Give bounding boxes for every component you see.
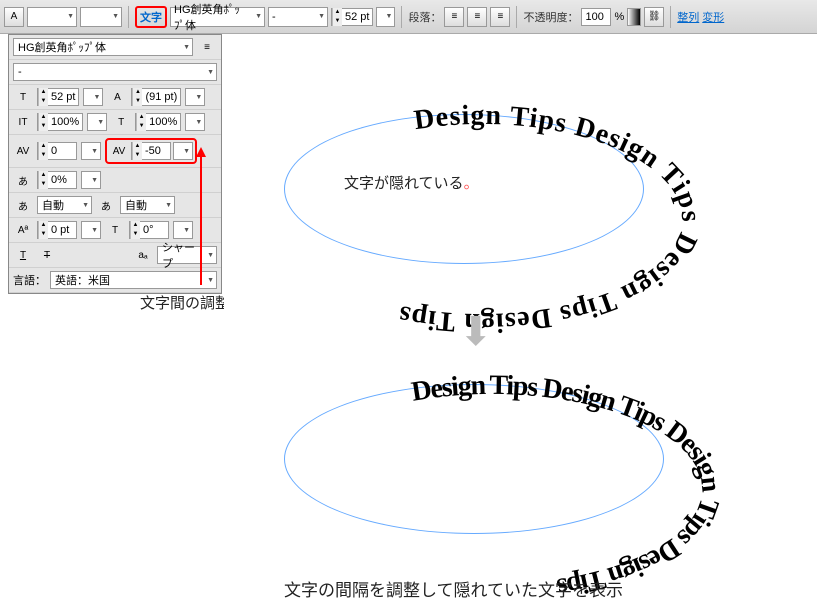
rot-dd[interactable] xyxy=(173,221,193,239)
panel-auto1[interactable]: 自動 xyxy=(37,196,92,214)
text-on-path-after[interactable]: Design Tips Design Tips Design Tips Desi… xyxy=(252,334,702,584)
chain-icon[interactable]: ⛓ xyxy=(644,7,664,27)
panel-baseline-pct[interactable]: ▲▼0% xyxy=(37,171,77,189)
opacity-label: 不透明度： xyxy=(523,9,578,25)
rotation-icon: T xyxy=(105,221,125,239)
unknown-tool-icon[interactable]: A xyxy=(4,7,24,27)
lang-label: 言語： xyxy=(13,272,46,288)
tracking-annotation: 文字間の調整 xyxy=(140,292,230,313)
font-style-dropdown[interactable]: - xyxy=(268,7,328,27)
tracking-dd[interactable] xyxy=(173,142,193,160)
opacity-unit: % xyxy=(614,11,624,23)
opacity-stepper[interactable]: 100 xyxy=(581,8,611,26)
opacity-slider-icon[interactable] xyxy=(627,8,641,26)
canvas-area[interactable]: Design Tips Design Tips Design Tips Desi… xyxy=(224,34,817,605)
size-dd[interactable] xyxy=(83,88,103,106)
bshift-dd[interactable] xyxy=(81,221,101,239)
hscale-icon: T xyxy=(111,113,131,131)
red-arrow-annotation xyxy=(200,150,202,285)
strike-icon[interactable]: T xyxy=(37,246,57,264)
panel-kerning[interactable]: ▲▼0 xyxy=(37,142,77,160)
panel-baseline-shift[interactable]: ▲▼0 pt xyxy=(37,221,77,239)
auto2-icon: あ xyxy=(96,196,116,214)
font-size-dd[interactable] xyxy=(376,7,395,27)
panel-font-family[interactable]: HG創英角ﾎﾟｯﾌﾟ体 xyxy=(13,38,193,56)
baseline-pct-icon: あ xyxy=(13,171,33,189)
font-size-value: 52 pt xyxy=(342,11,372,23)
align-link[interactable]: 整列 xyxy=(677,9,699,25)
underline-icon[interactable]: T xyxy=(13,246,33,264)
paragraph-label: 段落： xyxy=(408,9,441,25)
bpct-dd[interactable] xyxy=(81,171,101,189)
control-toolbar: A 文字 HG創英角ﾎﾟｯﾌﾟ体 - ▲▼52 pt 段落： ≡ ≡ ≡ 不透明… xyxy=(0,0,817,34)
aa-icon: aₐ xyxy=(133,246,153,264)
hidden-text-label: 文字が隠れている。 xyxy=(344,172,479,193)
vscale-dd[interactable] xyxy=(87,113,107,131)
tracking-icon: AV xyxy=(109,142,129,160)
leading-dd[interactable] xyxy=(185,88,205,106)
auto1-icon: あ xyxy=(13,196,33,214)
svg-text:Design Tips Design Tips Design: Design Tips Design Tips Design Tips Desi… xyxy=(409,370,726,603)
bottom-annotation: 文字の間隔を調整して隠れていた文字を表示 xyxy=(284,576,623,601)
character-tab-label[interactable]: 文字 xyxy=(135,6,167,28)
leading-icon: A xyxy=(107,88,127,106)
svg-text:Design Tips Design Tips Design: Design Tips Design Tips Design Tips Desi… xyxy=(395,100,706,338)
tracking-highlight: AV ▲▼-50 xyxy=(105,138,197,164)
panel-tracking[interactable]: ▲▼-50 xyxy=(131,142,171,160)
kerning-dd[interactable] xyxy=(81,142,101,160)
font-size-stepper[interactable]: ▲▼52 pt xyxy=(331,8,373,26)
preset-dropdown[interactable] xyxy=(27,7,77,27)
panel-hscale[interactable]: ▲▼100% xyxy=(135,113,181,131)
align-center-icon[interactable]: ≡ xyxy=(467,7,487,27)
character-panel: HG創英角ﾎﾟｯﾌﾟ体 ≡ - T ▲▼52 pt A ▲▼(91 pt) IT… xyxy=(8,34,222,294)
align-right-icon[interactable]: ≡ xyxy=(490,7,510,27)
font-family-value: HG創英角ﾎﾟｯﾌﾟ体 xyxy=(174,1,250,33)
size-icon: T xyxy=(13,88,33,106)
panel-font-style[interactable]: - xyxy=(13,63,217,81)
font-family-dropdown[interactable]: HG創英角ﾎﾟｯﾌﾟ体 xyxy=(170,7,265,27)
preset2-dropdown[interactable] xyxy=(80,7,122,27)
baseline-shift-icon: Aª xyxy=(13,221,33,239)
panel-language[interactable]: 英語：米国 xyxy=(50,271,217,289)
panel-leading[interactable]: ▲▼(91 pt) xyxy=(131,88,181,106)
font-style-value: - xyxy=(272,11,276,23)
panel-rotation[interactable]: ▲▼0° xyxy=(129,221,169,239)
panel-size[interactable]: ▲▼52 pt xyxy=(37,88,79,106)
panel-menu-icon[interactable]: ≡ xyxy=(197,38,217,56)
panel-auto2[interactable]: 自動 xyxy=(120,196,175,214)
panel-vscale[interactable]: ▲▼100% xyxy=(37,113,83,131)
align-left-icon[interactable]: ≡ xyxy=(444,7,464,27)
opacity-value: 100 xyxy=(582,11,610,23)
vscale-icon: IT xyxy=(13,113,33,131)
hscale-dd[interactable] xyxy=(185,113,205,131)
transform-link[interactable]: 変形 xyxy=(702,9,724,25)
kerning-icon: AV xyxy=(13,142,33,160)
panel-antialias[interactable]: シャープ xyxy=(157,246,217,264)
